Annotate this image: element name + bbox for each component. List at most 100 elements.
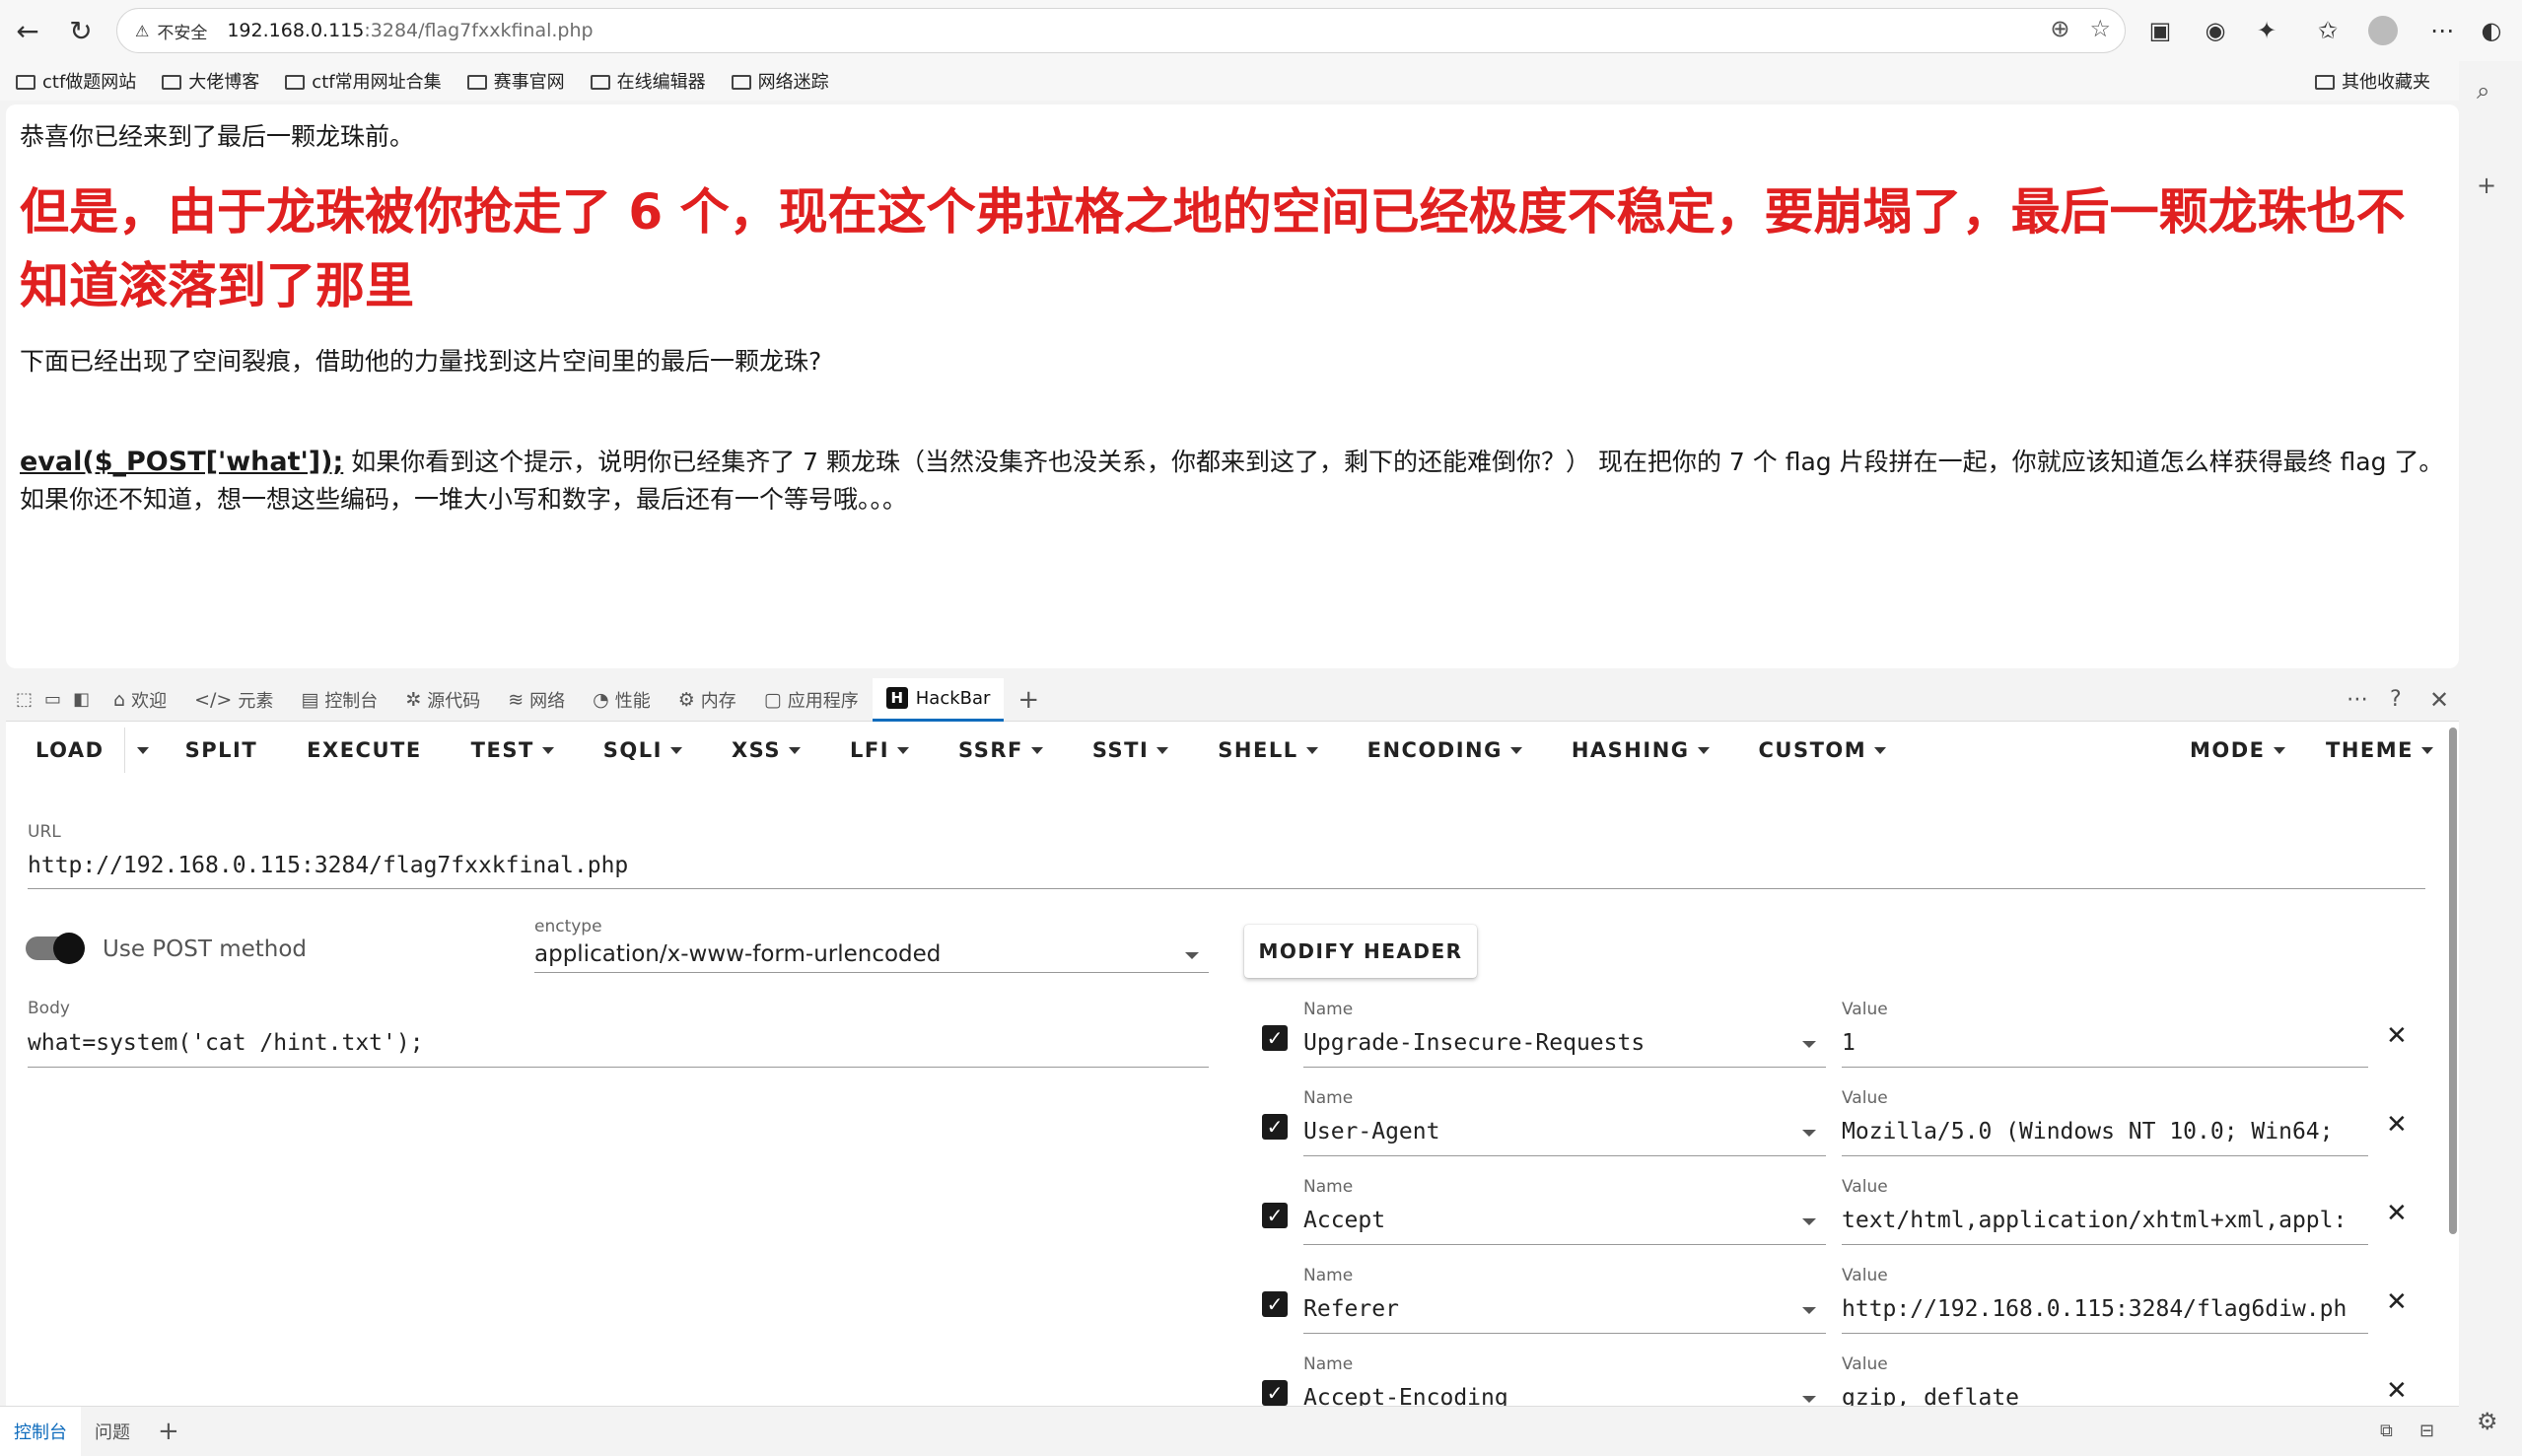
bookmark-0[interactable]: ctf做题网站 — [16, 68, 136, 94]
bookmark-5[interactable]: 网络迷踪 — [731, 68, 829, 94]
url-label: URL — [28, 822, 61, 842]
tab-sources[interactable]: ✲ 源代码 — [391, 678, 494, 722]
enctype-label: enctype — [534, 917, 602, 936]
remove-header-icon[interactable]: ✕ — [2386, 1021, 2408, 1051]
remove-header-icon[interactable]: ✕ — [2386, 1376, 2408, 1406]
tab-console[interactable]: ▤ 控制台 — [287, 678, 391, 722]
header-name-label: Name — [1303, 1266, 1354, 1285]
menu-xss[interactable]: XSS — [707, 738, 825, 762]
header-checkbox[interactable]: ✓ — [1262, 1203, 1288, 1228]
remove-header-icon[interactable]: ✕ — [2386, 1110, 2408, 1140]
header-checkbox[interactable]: ✓ — [1262, 1291, 1288, 1317]
settings-gear-icon[interactable]: ⚙ — [2477, 1408, 2498, 1435]
menu-mode[interactable]: MODE — [2165, 738, 2310, 762]
bookmark-1[interactable]: 大佬博客 — [162, 68, 259, 94]
inspect-icon[interactable]: ⬚ — [6, 678, 38, 722]
favorites-icon[interactable]: ✩ — [2307, 10, 2348, 51]
remove-header-icon[interactable]: ✕ — [2386, 1199, 2408, 1228]
insecure-label: 不安全 — [157, 23, 208, 43]
back-icon[interactable]: ← — [8, 11, 47, 50]
modify-header-button[interactable]: MODIFY HEADER — [1244, 925, 1477, 978]
header-value-input[interactable]: text/html,application/xhtml+xml,appl: — [1842, 1208, 2368, 1233]
help-icon[interactable]: ? — [2376, 678, 2416, 722]
menu-encoding[interactable]: ENCODING — [1343, 738, 1547, 762]
circle-extension-icon[interactable]: ◉ — [2195, 10, 2236, 51]
favorite-star-icon[interactable]: ☆ — [2089, 15, 2111, 42]
zoom-icon[interactable]: ⊕ — [2050, 15, 2069, 42]
puzzle-icon[interactable]: ✦ — [2246, 10, 2287, 51]
menu-split[interactable]: SPLIT — [161, 738, 283, 762]
menu-custom[interactable]: CUSTOM — [1734, 738, 1912, 762]
menu-hashing[interactable]: HASHING — [1547, 738, 1734, 762]
more-options-icon[interactable]: ⋯ — [2333, 678, 2382, 722]
header-name-input[interactable]: Accept — [1303, 1208, 1786, 1233]
load-dropdown[interactable] — [125, 746, 161, 754]
menu-ssti[interactable]: SSTI — [1068, 738, 1193, 762]
folder-icon — [731, 74, 751, 90]
header-value-input[interactable]: Mozilla/5.0 (Windows NT 10.0; Win64; — [1842, 1119, 2368, 1144]
header-value-input[interactable]: gzip, deflate — [1842, 1385, 2368, 1406]
bookmark-4[interactable]: 在线编辑器 — [590, 68, 706, 94]
gauge-icon: ◔ — [593, 688, 609, 711]
header-checkbox[interactable]: ✓ — [1262, 1114, 1288, 1140]
menu-sqli[interactable]: SQLI — [579, 738, 707, 762]
menu-ssrf[interactable]: SSRF — [934, 738, 1068, 762]
dock-icon[interactable]: ◧ — [67, 678, 100, 722]
extension-icon[interactable]: ▣ — [2139, 10, 2181, 51]
body-input[interactable]: what=system('cat /hint.txt'); — [28, 1030, 1201, 1056]
drawer-tab-console[interactable]: 控制台 — [0, 1406, 81, 1456]
caret-down-icon — [1874, 746, 1887, 754]
devtools-tabbar: ⬚ ▭ ◧ ⌂ 欢迎 </> 元素 ▤ 控制台 ✲ 源代码 ≋ 网络 ◔ 性能 ⚙ 内存 ▢ 应… — [6, 677, 2459, 722]
tab-memory[interactable]: ⚙ 内存 — [665, 678, 750, 722]
header-name-input[interactable]: User-Agent — [1303, 1119, 1786, 1144]
add-drawer-tab-icon[interactable]: + — [144, 1407, 193, 1456]
header-value-input[interactable]: http://192.168.0.115:3284/flag6diw.ph — [1842, 1296, 2368, 1322]
menu-load[interactable]: LOAD — [6, 738, 124, 762]
dock-drawer-icon[interactable]: ⧉ — [2366, 1407, 2407, 1456]
menu-shell[interactable]: SHELL — [1193, 738, 1342, 762]
hackbar-scrollbar[interactable] — [2449, 728, 2457, 1234]
tab-welcome[interactable]: ⌂ 欢迎 — [100, 678, 180, 722]
bookmark-3[interactable]: 赛事官网 — [466, 68, 565, 94]
tab-hackbar[interactable]: H HackBar — [872, 677, 1005, 722]
header-name-input[interactable]: Accept-Encoding — [1303, 1385, 1786, 1406]
post-method-toggle[interactable] — [26, 933, 85, 964]
expand-drawer-icon[interactable]: ⊟ — [2406, 1407, 2448, 1456]
enctype-select[interactable]: application/x-www-form-urlencoded — [534, 941, 1165, 967]
more-menu-icon[interactable]: ⋯ — [2421, 10, 2463, 51]
folder-icon — [2315, 74, 2335, 90]
header-checkbox[interactable]: ✓ — [1262, 1025, 1288, 1051]
subtext: 下面已经出现了空间裂痕，借助他的力量找到这片空间里的最后一颗龙珠? — [20, 347, 822, 376]
tab-performance[interactable]: ◔ 性能 — [579, 678, 665, 722]
sidebar-rail: ⌕ + ⚙ — [2459, 61, 2522, 1455]
other-bookmarks[interactable]: 其他收藏夹 — [2315, 68, 2430, 94]
tab-network[interactable]: ≋ 网络 — [494, 678, 579, 722]
header-value-underline — [1842, 1333, 2368, 1334]
page-content: 恭喜你已经来到了最后一颗龙珠前。 但是，由于龙珠被你抢走了 6 个，现在这个弗拉… — [6, 104, 2459, 668]
url-input[interactable]: http://192.168.0.115:3284/flag7fxxkfinal… — [28, 853, 2423, 878]
address-bar[interactable]: ⚠ 不安全 192.168.0.115:3284/flag7fxxkfinal.… — [116, 8, 2126, 53]
avatar[interactable] — [2362, 10, 2404, 51]
menu-theme[interactable]: THEME — [2301, 738, 2458, 762]
remove-header-icon[interactable]: ✕ — [2386, 1287, 2408, 1317]
copilot-icon[interactable]: ◐ — [2471, 10, 2512, 51]
drawer-tab-issues[interactable]: 问题 — [81, 1407, 144, 1456]
menu-execute[interactable]: EXECUTE — [282, 738, 447, 762]
tab-application[interactable]: ▢ 应用程序 — [750, 678, 873, 722]
folder-icon — [162, 74, 182, 90]
add-tab-icon[interactable]: + — [1004, 678, 1053, 722]
add-icon[interactable]: + — [2477, 172, 2496, 199]
close-devtools-icon[interactable]: ✕ — [2416, 678, 2463, 722]
menu-lfi[interactable]: LFI — [825, 738, 934, 762]
header-name-input[interactable]: Referer — [1303, 1296, 1786, 1322]
refresh-icon[interactable]: ↻ — [61, 11, 101, 50]
search-icon[interactable]: ⌕ — [2477, 77, 2489, 104]
tab-elements[interactable]: </> 元素 — [180, 678, 287, 722]
header-checkbox[interactable]: ✓ — [1262, 1380, 1288, 1406]
header-value-input[interactable]: 1 — [1842, 1030, 2368, 1056]
header-name-input[interactable]: Upgrade-Insecure-Requests — [1303, 1030, 1786, 1056]
headline: 但是，由于龙珠被你抢走了 6 个，现在这个弗拉格之地的空间已经极度不稳定，要崩塌… — [20, 183, 2406, 314]
device-icon[interactable]: ▭ — [38, 678, 67, 722]
bookmark-2[interactable]: ctf常用网址合集 — [285, 68, 442, 94]
menu-test[interactable]: TEST — [447, 738, 579, 762]
